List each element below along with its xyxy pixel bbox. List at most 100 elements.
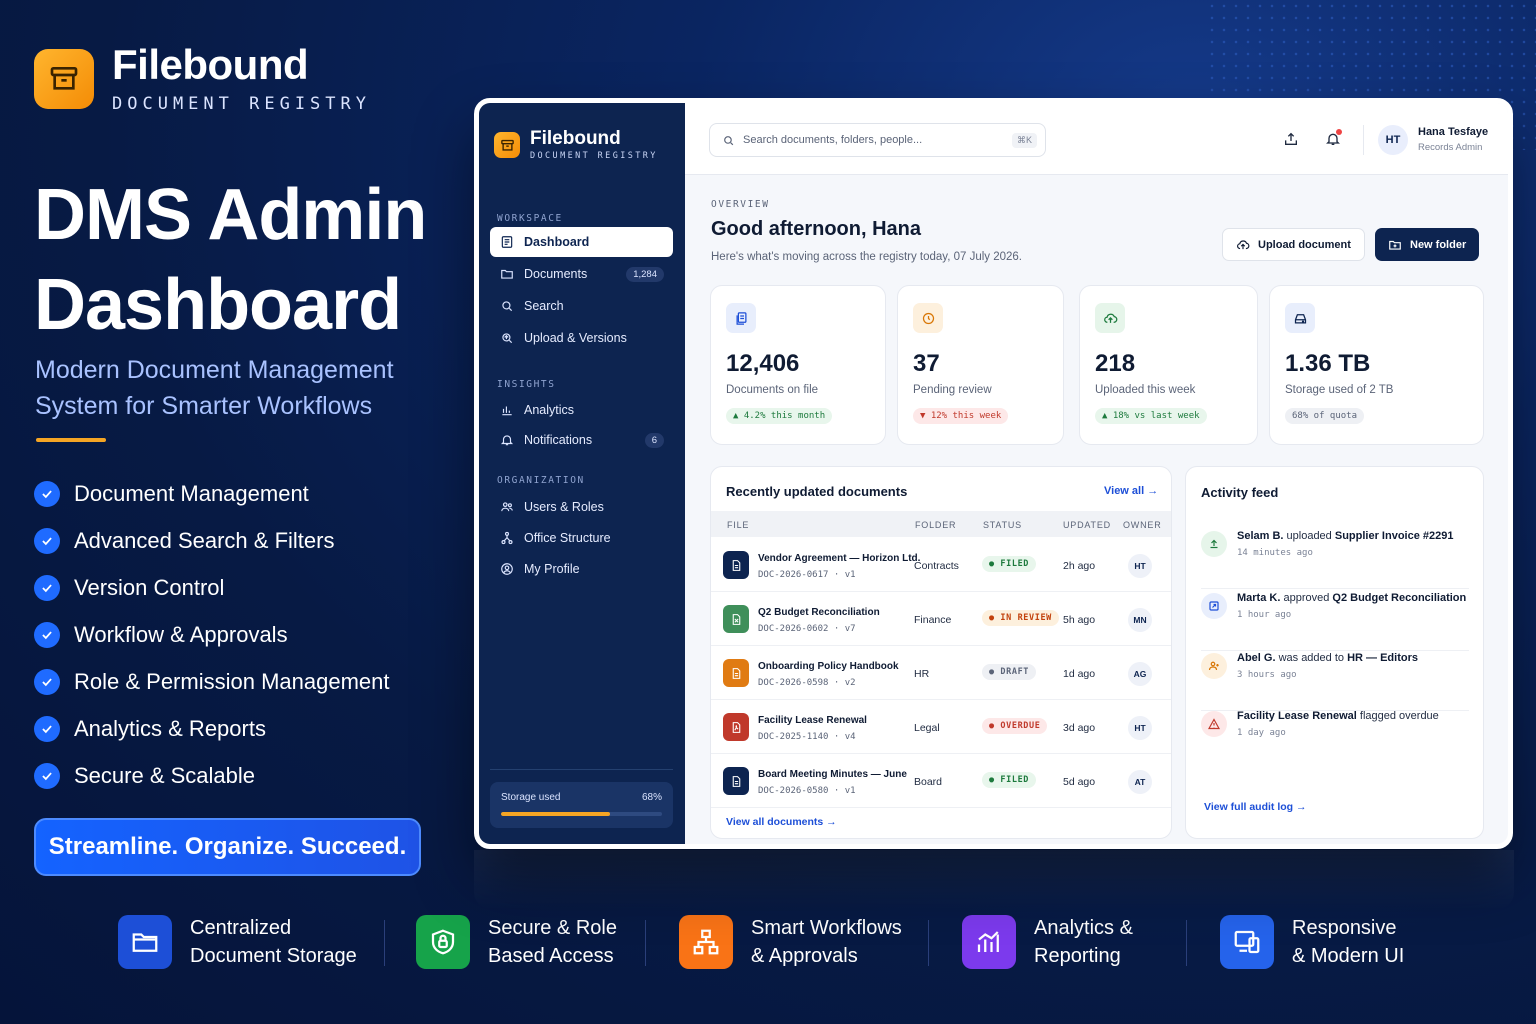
view-all-documents-link[interactable]: View all documents → [726, 816, 837, 828]
storage-bar [501, 812, 662, 816]
stat-label: Storage used of 2 TB [1285, 384, 1394, 396]
devices-icon [1220, 915, 1274, 969]
search-placeholder: Search documents, folders, people... [743, 134, 923, 146]
sidebar-section-workspace: WORKSPACE [497, 213, 563, 224]
divider [928, 920, 929, 966]
stat-trend-badge: ▲ 4.2% this month [726, 408, 833, 424]
file-updated: 3d ago [1063, 722, 1096, 734]
notification-dot [1336, 129, 1342, 135]
sidebar: Filebound DOCUMENT REGISTRY WORKSPACE Da… [479, 103, 685, 844]
recent-documents-title: Recently updated documents [726, 484, 908, 499]
table-header: FILE FOLDER STATUS UPDATED OWNER [711, 511, 1171, 537]
table-row[interactable]: Vendor Agreement — Horizon Ltd. DOC-2026… [711, 539, 1171, 592]
owner-avatar: AG [1128, 662, 1152, 686]
file-folder: Board [914, 776, 943, 788]
owner-avatar: HT [1128, 554, 1152, 578]
column-header-owner: OWNER [1123, 520, 1162, 530]
file-updated: 5d ago [1063, 776, 1096, 788]
file-name: Q2 Budget Reconciliation [758, 607, 880, 618]
feature-item: Document Management [34, 470, 389, 517]
stat-label: Uploaded this week [1095, 384, 1196, 396]
bottom-feature-workflows: Smart Workflows & Approvals [679, 914, 902, 970]
upload-document-button[interactable]: Upload document [1222, 228, 1365, 261]
sidebar-item-analytics[interactable]: Analytics [490, 395, 673, 425]
sidebar-item-upload-versions[interactable]: Upload & Versions [490, 323, 673, 353]
activity-item[interactable]: Facility Lease Renewal flagged overdue 1… [1201, 709, 1469, 769]
file-name: Board Meeting Minutes — June [758, 769, 907, 780]
upload-icon [1201, 531, 1227, 557]
check-icon [34, 762, 60, 789]
upload-icon[interactable] [1282, 130, 1300, 148]
owner-avatar: HT [1128, 716, 1152, 740]
file-name: Vendor Agreement — Horizon Ltd. [758, 553, 921, 564]
cloud-upload-icon [1236, 238, 1250, 252]
stat-label: Pending review [913, 384, 992, 396]
check-icon [34, 668, 60, 695]
status-badge: ● IN REVIEW [982, 610, 1059, 626]
stat-value: 218 [1095, 350, 1136, 377]
storage-label: Storage used [501, 792, 561, 803]
column-header-status: STATUS [983, 520, 1022, 530]
sidebar-item-office-structure[interactable]: Office Structure [490, 523, 673, 553]
sidebar-item-documents[interactable]: Documents 1,284 [490, 259, 673, 289]
sidebar-item-dashboard[interactable]: Dashboard [490, 227, 673, 257]
avatar[interactable]: HT [1378, 125, 1408, 155]
feature-item: Role & Permission Management [34, 658, 389, 705]
search-icon [722, 134, 735, 147]
bottom-feature-access: Secure & Role Based Access [416, 914, 617, 970]
activity-item[interactable]: Marta K. approved Q2 Budget Reconciliati… [1201, 591, 1469, 651]
view-audit-log-link[interactable]: View full audit log → [1204, 801, 1306, 813]
activity-time: 1 hour ago [1237, 610, 1292, 620]
file-folder: HR [914, 668, 930, 680]
file-name: Onboarding Policy Handbook [758, 661, 899, 672]
sidebar-brand-name: Filebound [530, 128, 621, 149]
dashboard-icon [499, 234, 515, 250]
activity-text: Selam B. uploaded Supplier Invoice #2291 [1237, 530, 1454, 542]
file-updated: 2h ago [1063, 560, 1096, 572]
spreadsheet-icon [723, 605, 749, 633]
sidebar-item-my-profile[interactable]: My Profile [490, 554, 673, 584]
sidebar-item-search[interactable]: Search [490, 291, 673, 321]
search-input[interactable]: Search documents, folders, people... ⌘K [709, 123, 1046, 157]
sidebar-item-notifications[interactable]: Notifications 6 [490, 425, 673, 455]
hero-subtitle: Modern Document Management System for Sm… [35, 356, 394, 420]
activity-feed-card: Activity feed Selam B. uploaded Supplier… [1185, 466, 1484, 839]
table-row[interactable]: Onboarding Policy Handbook DOC-2026-0598… [711, 647, 1171, 700]
sidebar-divider [490, 769, 673, 770]
window-reflection [474, 850, 1514, 910]
file-meta: DOC-2026-0598 · v2 [758, 678, 856, 688]
feature-item: Workflow & Approvals [34, 611, 389, 658]
divider [645, 920, 646, 966]
cta-button[interactable]: Streamline. Organize. Succeed. [34, 818, 421, 876]
approve-icon [1201, 593, 1227, 619]
activity-text: Facility Lease Renewal flagged overdue [1237, 710, 1439, 722]
main-content: Search documents, folders, people... ⌘K … [685, 103, 1508, 844]
activity-item[interactable]: Abel G. was added to HR — Editors 3 hour… [1201, 651, 1469, 711]
stat-value: 1.36 TB [1285, 350, 1371, 377]
activity-item[interactable]: Selam B. uploaded Supplier Invoice #2291… [1201, 529, 1469, 589]
view-all-link[interactable]: View all → [1104, 485, 1158, 497]
table-row[interactable]: Board Meeting Minutes — June DOC-2026-05… [711, 755, 1171, 808]
table-row[interactable]: Q2 Budget Reconciliation DOC-2026-0602 ·… [711, 593, 1171, 646]
bottom-feature-storage: Centralized Document Storage [118, 914, 357, 970]
new-folder-button[interactable]: New folder [1375, 228, 1480, 261]
clock-icon [913, 303, 943, 333]
document-icon [723, 551, 749, 579]
recent-documents-card: Recently updated documents View all → FI… [710, 466, 1172, 839]
user-role: Records Admin [1418, 142, 1483, 153]
sidebar-item-users-roles[interactable]: Users & Roles [490, 492, 673, 522]
bell-icon[interactable] [1324, 129, 1342, 148]
topbar: Search documents, folders, people... ⌘K … [685, 103, 1508, 175]
folder-plus-icon [1388, 238, 1402, 252]
activity-text: Marta K. approved Q2 Budget Reconciliati… [1237, 592, 1467, 604]
document-icon [723, 767, 749, 795]
column-header-updated: UPDATED [1063, 520, 1111, 530]
activity-time: 14 minutes ago [1237, 548, 1313, 558]
sidebar-section-insights: INSIGHTS [497, 379, 556, 390]
table-row[interactable]: Facility Lease Renewal DOC-2025-1140 · v… [711, 701, 1171, 754]
status-badge: ● FILED [982, 772, 1037, 788]
hierarchy-icon [499, 530, 515, 546]
file-meta: DOC-2025-1140 · v4 [758, 732, 856, 742]
file-folder: Finance [914, 614, 952, 626]
notifications-count-badge: 6 [644, 432, 664, 448]
